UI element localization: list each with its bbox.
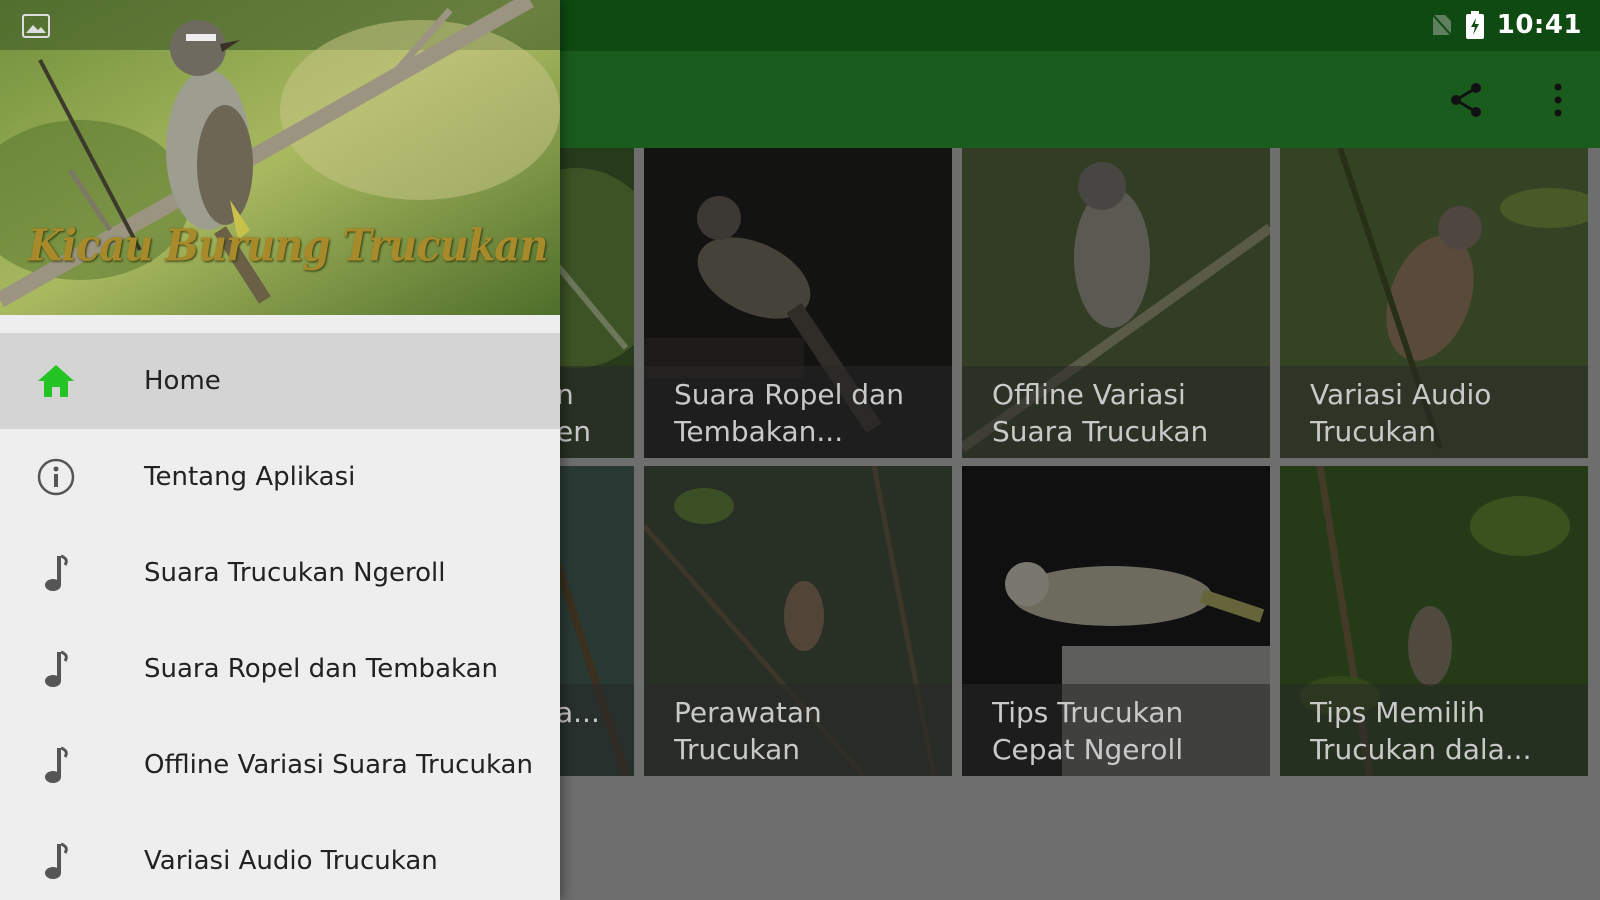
no-sim-icon xyxy=(1431,13,1453,37)
menu-item-label: Suara Ropel dan Tembakan xyxy=(144,654,499,684)
navigation-drawer: Kicau Burung Trucukan Gacor Home xyxy=(0,0,560,900)
grid-tile[interactable]: Variasi Audio Trucukan xyxy=(1280,148,1588,458)
menu-item-label: Offline Variasi Suara Trucukan xyxy=(144,750,533,780)
grid-tile[interactable]: Tips Trucukan Cepat Ngeroll xyxy=(962,466,1270,776)
menu-item-about[interactable]: Tentang Aplikasi xyxy=(0,429,560,525)
tile-caption: Offline Variasi Suara Trucukan xyxy=(962,366,1270,458)
battery-charging-icon xyxy=(1465,11,1485,39)
drawer-header-title: Kicau Burung Trucukan Gacor xyxy=(28,219,560,272)
tile-caption: Variasi Audio Trucukan xyxy=(1280,366,1588,458)
tile-caption: Tips Memilih Trucukan dala... xyxy=(1280,684,1588,776)
info-icon xyxy=(34,455,78,499)
home-icon xyxy=(34,359,78,403)
gallery-icon xyxy=(22,14,50,38)
menu-item-ngeroll[interactable]: Suara Trucukan Ngeroll xyxy=(0,525,560,621)
menu-item-offline-variasi[interactable]: Offline Variasi Suara Trucukan xyxy=(0,717,560,813)
music-note-icon xyxy=(34,839,78,883)
grid-tile[interactable]: Perawatan Trucukan xyxy=(644,466,952,776)
tile-caption: Suara Ropel dan Tembakan... xyxy=(644,366,952,458)
menu-item-ropel[interactable]: Suara Ropel dan Tembakan xyxy=(0,621,560,717)
tile-caption: Tips Trucukan Cepat Ngeroll xyxy=(962,684,1270,776)
menu-item-home[interactable]: Home xyxy=(0,333,560,429)
grid-tile[interactable]: Tips Memilih Trucukan dala... xyxy=(1280,466,1588,776)
menu-item-variasi-audio[interactable]: Variasi Audio Trucukan xyxy=(0,813,560,900)
overflow-menu-button[interactable] xyxy=(1536,78,1580,122)
share-button[interactable] xyxy=(1444,78,1488,122)
menu-item-label: Suara Trucukan Ngeroll xyxy=(144,558,446,588)
music-note-icon xyxy=(34,743,78,787)
drawer-menu: Home Tentang Aplikasi Suara Trucukan Nge… xyxy=(0,333,560,900)
status-clock: 10:41 xyxy=(1496,10,1582,40)
music-note-icon xyxy=(34,551,78,595)
toolbar-actions xyxy=(1444,51,1580,148)
status-icons: 10:41 xyxy=(1431,8,1582,42)
drawer-header: Kicau Burung Trucukan Gacor xyxy=(0,0,560,315)
tile-caption: Perawatan Trucukan xyxy=(644,684,952,776)
menu-item-label: Tentang Aplikasi xyxy=(144,462,356,492)
app-screen: 10:41 n en Suara Ropel dan Tembakan... O… xyxy=(0,0,1600,900)
overflow-menu-icon xyxy=(1554,83,1562,116)
share-icon xyxy=(1451,82,1481,117)
grid-tile[interactable]: Suara Ropel dan Tembakan... xyxy=(644,148,952,458)
menu-item-label: Variasi Audio Trucukan xyxy=(144,846,438,876)
music-note-icon xyxy=(34,647,78,691)
menu-item-label: Home xyxy=(144,366,221,396)
grid-tile[interactable]: Offline Variasi Suara Trucukan xyxy=(962,148,1270,458)
